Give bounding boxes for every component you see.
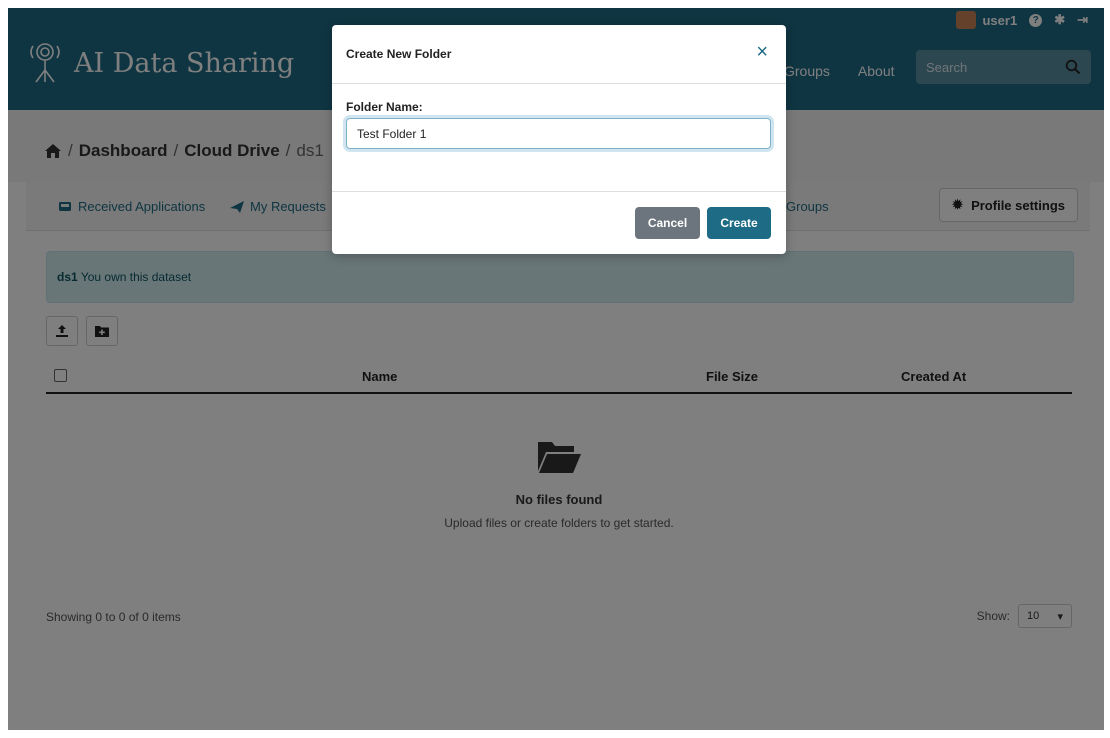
modal-footer: Cancel Create bbox=[332, 191, 786, 255]
folder-name-input[interactable] bbox=[346, 118, 771, 149]
modal-title: Create New Folder bbox=[346, 47, 452, 61]
create-folder-modal: Create New Folder × Folder Name: Cancel … bbox=[332, 25, 786, 254]
cancel-button[interactable]: Cancel bbox=[635, 207, 700, 239]
modal-header: Create New Folder × bbox=[332, 25, 786, 84]
close-icon[interactable]: × bbox=[756, 41, 768, 64]
create-button[interactable]: Create bbox=[707, 207, 771, 239]
folder-name-label: Folder Name: bbox=[346, 100, 423, 114]
app-window: user1 ? ✱ ⇥ AI Data Sharing Groups About bbox=[8, 8, 1104, 730]
